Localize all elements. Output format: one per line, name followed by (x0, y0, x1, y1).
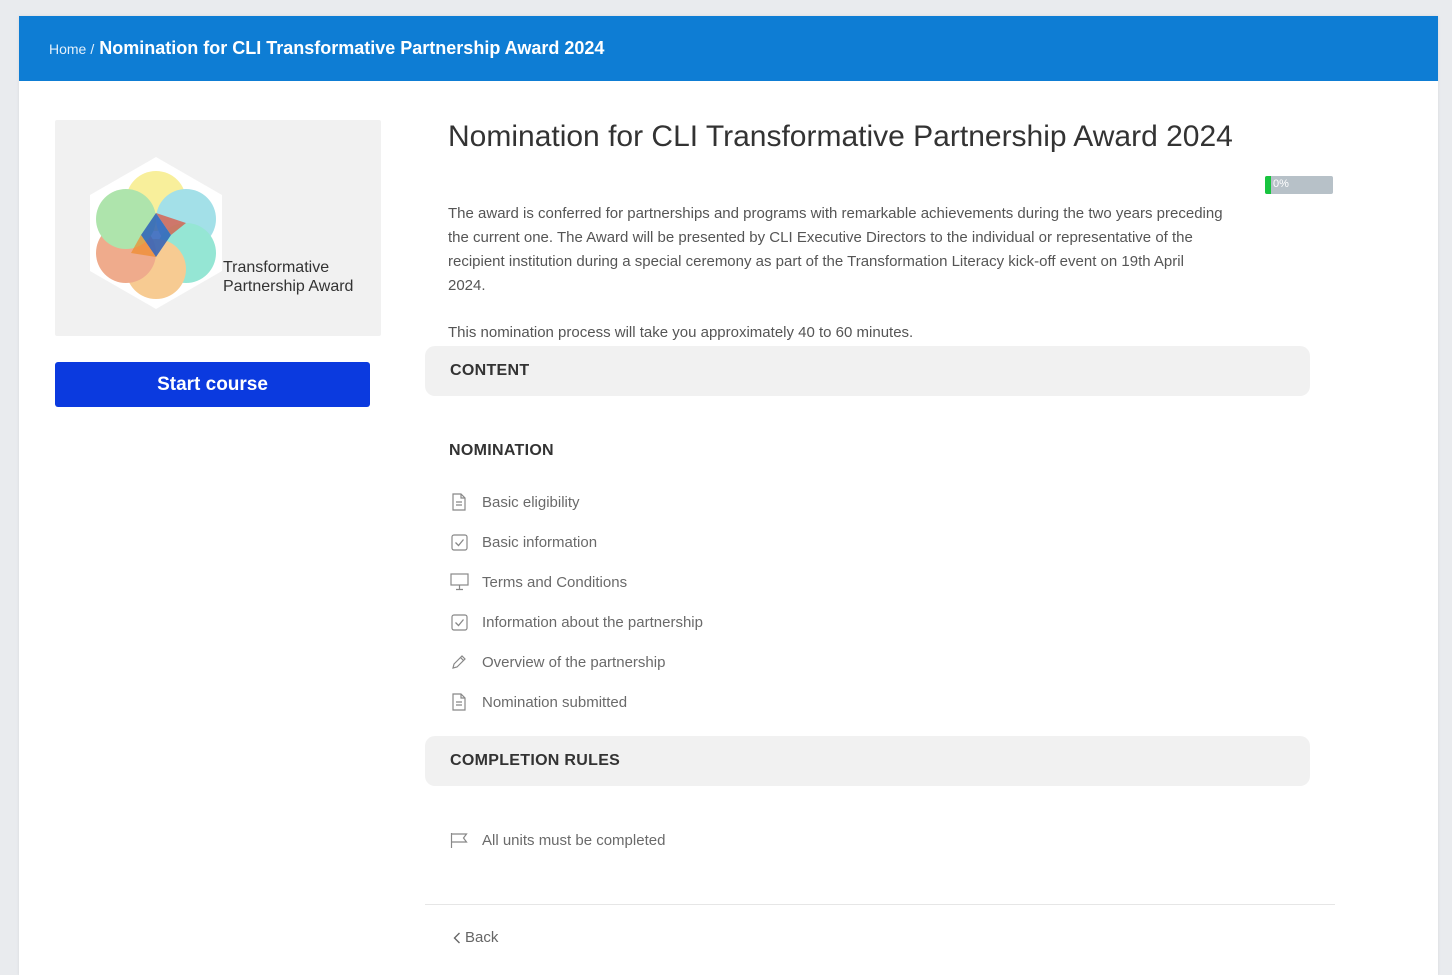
unit-label: Terms and Conditions (482, 573, 628, 591)
logo-text-line2: Partnership Award (223, 278, 354, 295)
unit-item-nomination-submitted[interactable]: Nomination submitted (449, 682, 703, 722)
flag-icon (449, 830, 469, 850)
breadcrumb-bar: Home / Nomination for CLI Transformative… (19, 16, 1438, 81)
unit-item-information-about-partnership[interactable]: Information about the partnership (449, 602, 703, 642)
content-section-header: CONTENT (425, 346, 1310, 396)
completion-rule-label: All units must be completed (482, 831, 666, 849)
unit-group-title: NOMINATION (449, 442, 554, 459)
page-title: Nomination for CLI Transformative Partne… (448, 120, 1233, 153)
back-link[interactable]: Back (453, 929, 498, 946)
unit-label: Information about the partnership (482, 613, 703, 631)
document-icon (449, 492, 469, 512)
course-thumbnail: Transformative Partnership Award (55, 120, 381, 336)
start-course-button[interactable]: Start course (55, 362, 370, 407)
back-label: Back (465, 929, 499, 946)
divider (425, 904, 1335, 905)
monitor-icon (449, 572, 469, 592)
pencil-icon (449, 652, 469, 672)
unit-item-terms-and-conditions[interactable]: Terms and Conditions (449, 562, 703, 602)
course-duration: This nomination process will take you ap… (448, 324, 914, 341)
unit-list: Basic eligibility Basic information Term… (449, 482, 703, 722)
completion-rule: All units must be completed (449, 830, 665, 850)
progress-fill (1265, 176, 1271, 194)
breadcrumb-separator: / (90, 40, 95, 57)
checkbox-icon (449, 532, 469, 552)
logo-text-line1: Transformative (223, 259, 330, 276)
checkbox-icon (449, 612, 469, 632)
document-icon (449, 692, 469, 712)
course-card: Home / Nomination for CLI Transformative… (19, 16, 1438, 975)
unit-label: Nomination submitted (482, 693, 628, 711)
progress-bar: 0% (1265, 176, 1333, 194)
unit-item-basic-eligibility[interactable]: Basic eligibility (449, 482, 703, 522)
unit-label: Overview of the partnership (482, 653, 666, 671)
unit-item-basic-information[interactable]: Basic information (449, 522, 703, 562)
unit-label: Basic information (482, 533, 598, 551)
progress-label: 0% (1273, 178, 1289, 190)
unit-item-overview-of-partnership[interactable]: Overview of the partnership (449, 642, 703, 682)
breadcrumb-current: Nomination for CLI Transformative Partne… (99, 38, 605, 58)
breadcrumb-home-link[interactable]: Home (49, 41, 86, 57)
completion-rules-header: COMPLETION RULES (425, 736, 1310, 786)
award-logo-text: Transformative Partnership Award (223, 258, 353, 296)
course-description: The award is conferred for partnerships … (448, 205, 1223, 294)
award-logo (76, 153, 236, 318)
unit-label: Basic eligibility (482, 493, 580, 511)
chevron-left-icon (453, 932, 461, 944)
